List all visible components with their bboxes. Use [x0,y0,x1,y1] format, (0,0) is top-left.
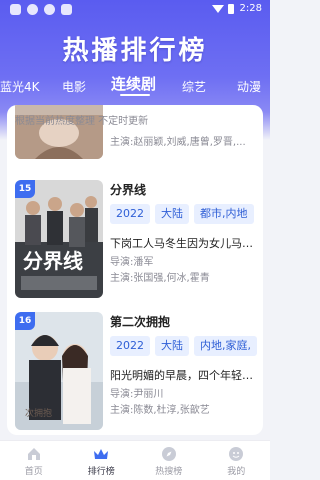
cast-text: 主演:张国强,何冰,霍青 [110,273,210,284]
genre-tag: 都市,内地 [194,204,254,224]
home-icon [27,448,40,460]
status-bar: 2:28 [0,0,270,22]
active-tab-indicator [120,94,150,96]
profile-icon [229,447,244,461]
svg-text:次拥抱: 次拥抱 [25,407,52,419]
poster-image: 次拥抱 16 [15,312,103,430]
nav-label: 首页 [24,467,43,477]
cast-text: 主演:赵丽颖,刘威,唐曾,罗晋,... [110,137,246,148]
crown-icon [94,449,109,459]
tag-list: 2022 大陆 都市,内地 [110,204,254,224]
nav-ranking[interactable]: 排行榜 [68,441,136,480]
region-tag: 大陆 [155,204,189,224]
compass-icon [161,447,176,461]
nav-hot-search[interactable]: 热搜榜 [135,441,203,480]
category-tabs: 蓝光4K 电影 连续剧 综艺 动漫 [0,72,270,98]
notification-icon [10,4,21,15]
app-icon [27,4,38,15]
app-icon [44,4,55,15]
director-text: 导演:潘军 [110,257,154,268]
nav-home[interactable]: 首页 [0,441,68,480]
rank-badge: 16 [15,312,35,330]
item-title: 分界线 [110,183,147,197]
genre-tag: 内地,家庭, [194,336,257,356]
battery-icon [227,3,234,14]
description-text: 阳光明媚的早晨，四个年轻妈... [110,369,256,382]
status-time: 2:28 [239,3,262,14]
wifi-icon [211,4,224,13]
tab-bluray-4k[interactable]: 蓝光4K [0,78,40,95]
rank-badge: 15 [15,180,35,198]
nav-label: 排行榜 [87,467,115,477]
svg-text:分界线: 分界线 [23,249,83,273]
year-tag: 2022 [110,204,150,224]
bottom-navigation: 首页 排行榜 热搜榜 我的 [0,440,270,480]
poster-image: 分界线 15 [15,180,103,298]
tab-tv-series[interactable]: 连续剧 [111,73,156,94]
page-title: 热播排行榜 [62,36,208,66]
description-text: 下岗工人马冬生因为女儿马瑾... [110,237,256,250]
ranking-list: 根据当前热度整理 不定时更新 主演:赵丽颖,刘威,唐曾,罗晋,... 分界线 1… [7,105,263,435]
tab-variety[interactable]: 综艺 [182,78,206,95]
tab-anime[interactable]: 动漫 [237,78,261,95]
nav-label: 我的 [227,467,246,477]
region-tag: 大陆 [155,336,189,356]
nav-label: 热搜榜 [155,467,183,477]
year-tag: 2022 [110,336,150,356]
cast-text: 主演:陈数,杜淳,张歆艺 [110,405,210,416]
tab-movie[interactable]: 电影 [62,78,86,95]
list-update-note: 根据当前热度整理 不定时更新 [15,116,149,127]
nav-profile[interactable]: 我的 [203,441,271,480]
tag-list: 2022 大陆 内地,家庭, [110,336,257,356]
image-icon [61,4,72,15]
item-title: 第二次拥抱 [110,315,171,329]
director-text: 导演:尹丽川 [110,389,164,400]
